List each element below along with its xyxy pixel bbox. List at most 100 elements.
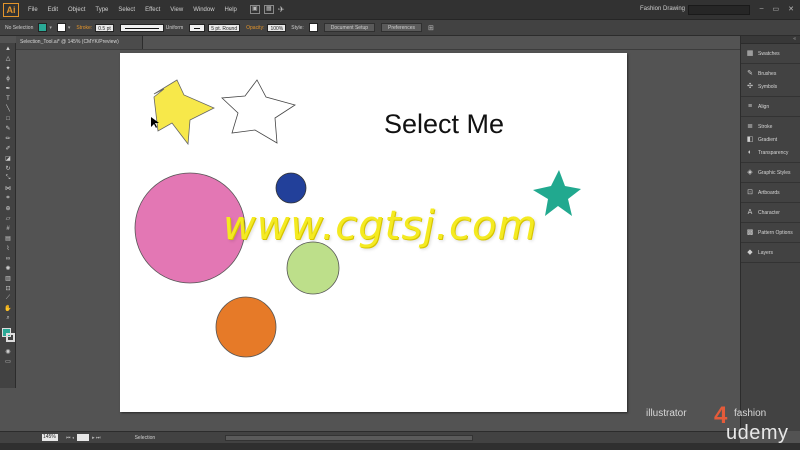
minimize-icon[interactable]: –: [760, 5, 764, 13]
green-circle[interactable]: [286, 241, 340, 295]
scale-tool-icon[interactable]: ⤡: [2, 174, 14, 183]
pen-tool-icon[interactable]: ✒: [2, 84, 14, 93]
panel-tab-brushes[interactable]: ✎ Brushes: [741, 67, 800, 80]
bridge-icon[interactable]: ▣: [249, 5, 260, 14]
direct-selection-tool-icon[interactable]: △: [2, 54, 14, 63]
shape-builder-tool-icon[interactable]: ⊕: [2, 204, 14, 213]
blob-brush-tool-icon[interactable]: ✐: [2, 144, 14, 153]
horizontal-scrollbar[interactable]: [225, 435, 473, 441]
selection-tool-icon[interactable]: ▲: [2, 44, 14, 53]
fill-swatch[interactable]: [38, 23, 48, 32]
panel-tab-symbols[interactable]: ✣ Symbols: [741, 80, 800, 93]
arrange-icon[interactable]: ⊞: [428, 24, 434, 32]
variable-width-profile[interactable]: [119, 23, 164, 32]
opacity-label[interactable]: Opacity:: [246, 25, 264, 31]
artboard-number-input[interactable]: [77, 434, 90, 441]
menu-object[interactable]: Object: [63, 7, 90, 13]
artboard-tool-icon[interactable]: ⊡: [2, 284, 14, 293]
free-transform-tool-icon[interactable]: ⌗: [2, 194, 14, 203]
fill-stroke-widget[interactable]: [1, 327, 15, 343]
select-me-text[interactable]: Select Me: [384, 109, 504, 140]
graphic-style-swatch[interactable]: [308, 23, 318, 32]
chevron-down-icon[interactable]: ▾: [49, 25, 52, 31]
preferences-button[interactable]: Preferences: [381, 23, 422, 32]
white-star[interactable]: [221, 79, 296, 144]
zoom-tool-icon[interactable]: ⌕: [2, 314, 14, 323]
menu-view[interactable]: View: [165, 7, 188, 13]
panel-group: ⊡ Artboards: [741, 183, 800, 203]
menu-window[interactable]: Window: [188, 7, 219, 13]
maximize-icon[interactable]: ▭: [773, 5, 780, 13]
collapse-panels-icon[interactable]: «: [741, 36, 800, 44]
panel-group: ◈ Graphic Styles: [741, 163, 800, 183]
search-input[interactable]: [688, 5, 750, 15]
panel-tab-transparency[interactable]: ◐ Transparency: [741, 146, 800, 159]
width-tool-icon[interactable]: ⋈: [2, 184, 14, 193]
lasso-tool-icon[interactable]: ϕ: [2, 74, 14, 83]
opacity-input[interactable]: 100%: [267, 23, 287, 32]
stroke-label[interactable]: Stroke:: [76, 25, 92, 31]
symbol-sprayer-tool-icon[interactable]: ✺: [2, 264, 14, 273]
paintbrush-tool-icon[interactable]: ✎: [2, 124, 14, 133]
rectangle-tool-icon[interactable]: □: [2, 114, 14, 123]
column-graph-tool-icon[interactable]: ▥: [2, 274, 14, 283]
menu-help[interactable]: Help: [220, 7, 242, 13]
magic-wand-tool-icon[interactable]: ✦: [2, 64, 14, 73]
workspace-switcher[interactable]: Fashion Drawing: [640, 6, 685, 12]
panel-tab-label: Artboards: [758, 189, 780, 196]
menu-effect[interactable]: Effect: [140, 7, 165, 13]
panel-tab-swatches[interactable]: ▦ Swatches: [741, 47, 800, 60]
line-tool-icon[interactable]: ╲: [2, 104, 14, 113]
teal-star[interactable]: [533, 170, 581, 216]
rotate-tool-icon[interactable]: ↻: [2, 164, 14, 173]
panel-tab-gradient[interactable]: ◧ Gradient: [741, 133, 800, 146]
close-icon[interactable]: ✕: [788, 5, 794, 13]
slice-tool-icon[interactable]: ⟋: [2, 294, 14, 303]
eyedropper-tool-icon[interactable]: ⌇: [2, 244, 14, 253]
arrange-documents-icon[interactable]: ▦: [263, 5, 274, 14]
artboard[interactable]: Select Me www.cgtsj.com: [120, 53, 627, 412]
next-artboard-icon[interactable]: ▸ ⏭: [92, 435, 100, 441]
panel-tab-stroke[interactable]: ≣ Stroke: [741, 120, 800, 133]
chevron-down-icon[interactable]: ▾: [68, 25, 71, 31]
blend-tool-icon[interactable]: ∞: [2, 254, 14, 263]
menu-edit[interactable]: Edit: [43, 7, 63, 13]
panel-tab-artboards[interactable]: ⊡ Artboards: [741, 186, 800, 199]
menu-select[interactable]: Select: [113, 7, 140, 13]
yellow-star[interactable]: [153, 79, 215, 146]
stroke-swatch[interactable]: [56, 23, 66, 32]
hand-tool-icon[interactable]: ✋: [2, 304, 14, 313]
menu-file[interactable]: File: [23, 7, 43, 13]
eraser-tool-icon[interactable]: ◪: [2, 154, 14, 163]
panel-tab-align[interactable]: ≡ Align: [741, 100, 800, 113]
status-text[interactable]: Selection: [135, 435, 156, 441]
panel-tab-layers[interactable]: ◆ Layers: [741, 246, 800, 259]
brush-preview[interactable]: [189, 23, 206, 32]
zoom-level-input[interactable]: 145%: [42, 434, 58, 441]
draw-mode-icon[interactable]: ◉: [2, 347, 14, 356]
stroke-profile-label[interactable]: Uniform: [166, 25, 184, 31]
layers-icon: ◆: [747, 248, 753, 256]
type-tool-icon[interactable]: T: [2, 94, 14, 103]
gpu-performance-icon[interactable]: ✈: [278, 5, 285, 14]
brush-definition[interactable]: 5 pt. Round: [208, 23, 241, 32]
panel-tab-graphic-styles[interactable]: ◈ Graphic Styles: [741, 166, 800, 179]
screen-mode-icon[interactable]: ▭: [2, 357, 14, 366]
panel-tab-pattern-options[interactable]: ▩ Pattern Options: [741, 226, 800, 239]
menu-type[interactable]: Type: [90, 7, 113, 13]
stroke-weight-input[interactable]: 0.5 pt: [95, 23, 114, 32]
gradient-icon: ◧: [746, 135, 754, 143]
document-setup-button[interactable]: Document Setup: [323, 23, 376, 32]
mesh-tool-icon[interactable]: #: [2, 224, 14, 233]
gradient-tool-icon[interactable]: ▤: [2, 234, 14, 243]
first-artboard-icon[interactable]: ⏮ ◂: [66, 435, 74, 441]
blue-circle[interactable]: [275, 172, 307, 204]
perspective-grid-tool-icon[interactable]: ▱: [2, 214, 14, 223]
panel-tab-label: Swatches: [758, 50, 780, 57]
panel-tab-label: Stroke: [758, 123, 773, 130]
stroke-color-box[interactable]: [6, 333, 15, 342]
document-tab[interactable]: Selection_Tool.ai* @ 145% (CMYK/Preview): [16, 36, 143, 49]
orange-circle[interactable]: [215, 296, 277, 358]
pencil-tool-icon[interactable]: ✏: [2, 134, 14, 143]
panel-tab-character[interactable]: A Character: [741, 206, 800, 219]
